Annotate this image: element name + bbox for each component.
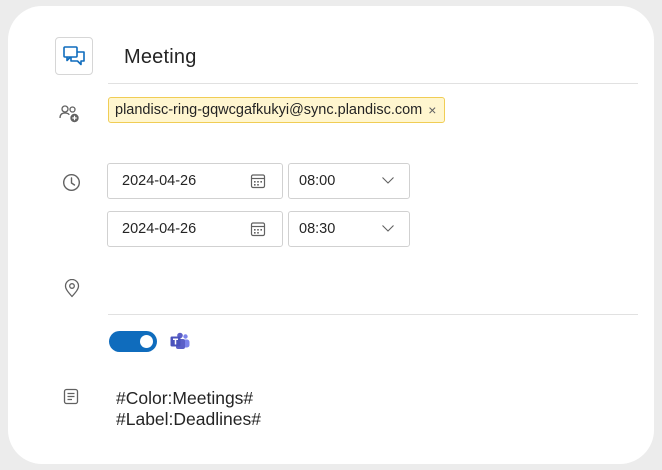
location-field[interactable] [116, 274, 636, 304]
attendee-email: plandisc-ring-gqwcgafkukyi@sync.plandisc… [115, 102, 423, 118]
notes-icon [62, 387, 80, 405]
start-time-select[interactable]: 08:00 [288, 163, 410, 199]
end-time-value: 08:30 [299, 221, 336, 237]
end-date-value: 2024-04-26 [122, 221, 197, 237]
notes-line: #Color:Meetings# [116, 388, 254, 408]
remove-attendee-icon[interactable]: × [428, 102, 436, 118]
title-field[interactable]: Meeting [124, 46, 197, 69]
title-underline [108, 83, 638, 84]
location-pin-icon [62, 278, 82, 298]
notes-body[interactable]: #Color:Meetings# #Label:Deadlines# [116, 388, 261, 430]
chevron-down-icon[interactable] [381, 221, 395, 239]
chat-bubbles-icon[interactable] [55, 37, 93, 75]
start-time-value: 08:00 [299, 173, 336, 189]
calendar-icon[interactable] [250, 221, 266, 241]
teams-meeting-toggle[interactable] [109, 331, 157, 352]
end-date-field[interactable]: 2024-04-26 [107, 211, 283, 247]
notes-line: #Label:Deadlines# [116, 409, 261, 429]
teams-icon [170, 332, 190, 350]
location-underline [108, 314, 638, 315]
attendee-chip[interactable]: plandisc-ring-gqwcgafkukyi@sync.plandisc… [108, 97, 446, 123]
end-time-select[interactable]: 08:30 [288, 211, 410, 247]
start-date-field[interactable]: 2024-04-26 [107, 163, 283, 199]
chevron-down-icon[interactable] [381, 173, 395, 191]
start-date-value: 2024-04-26 [122, 173, 197, 189]
toggle-knob [140, 335, 153, 348]
people-add-icon [58, 103, 82, 125]
clock-icon [61, 172, 81, 192]
calendar-icon[interactable] [250, 173, 266, 193]
